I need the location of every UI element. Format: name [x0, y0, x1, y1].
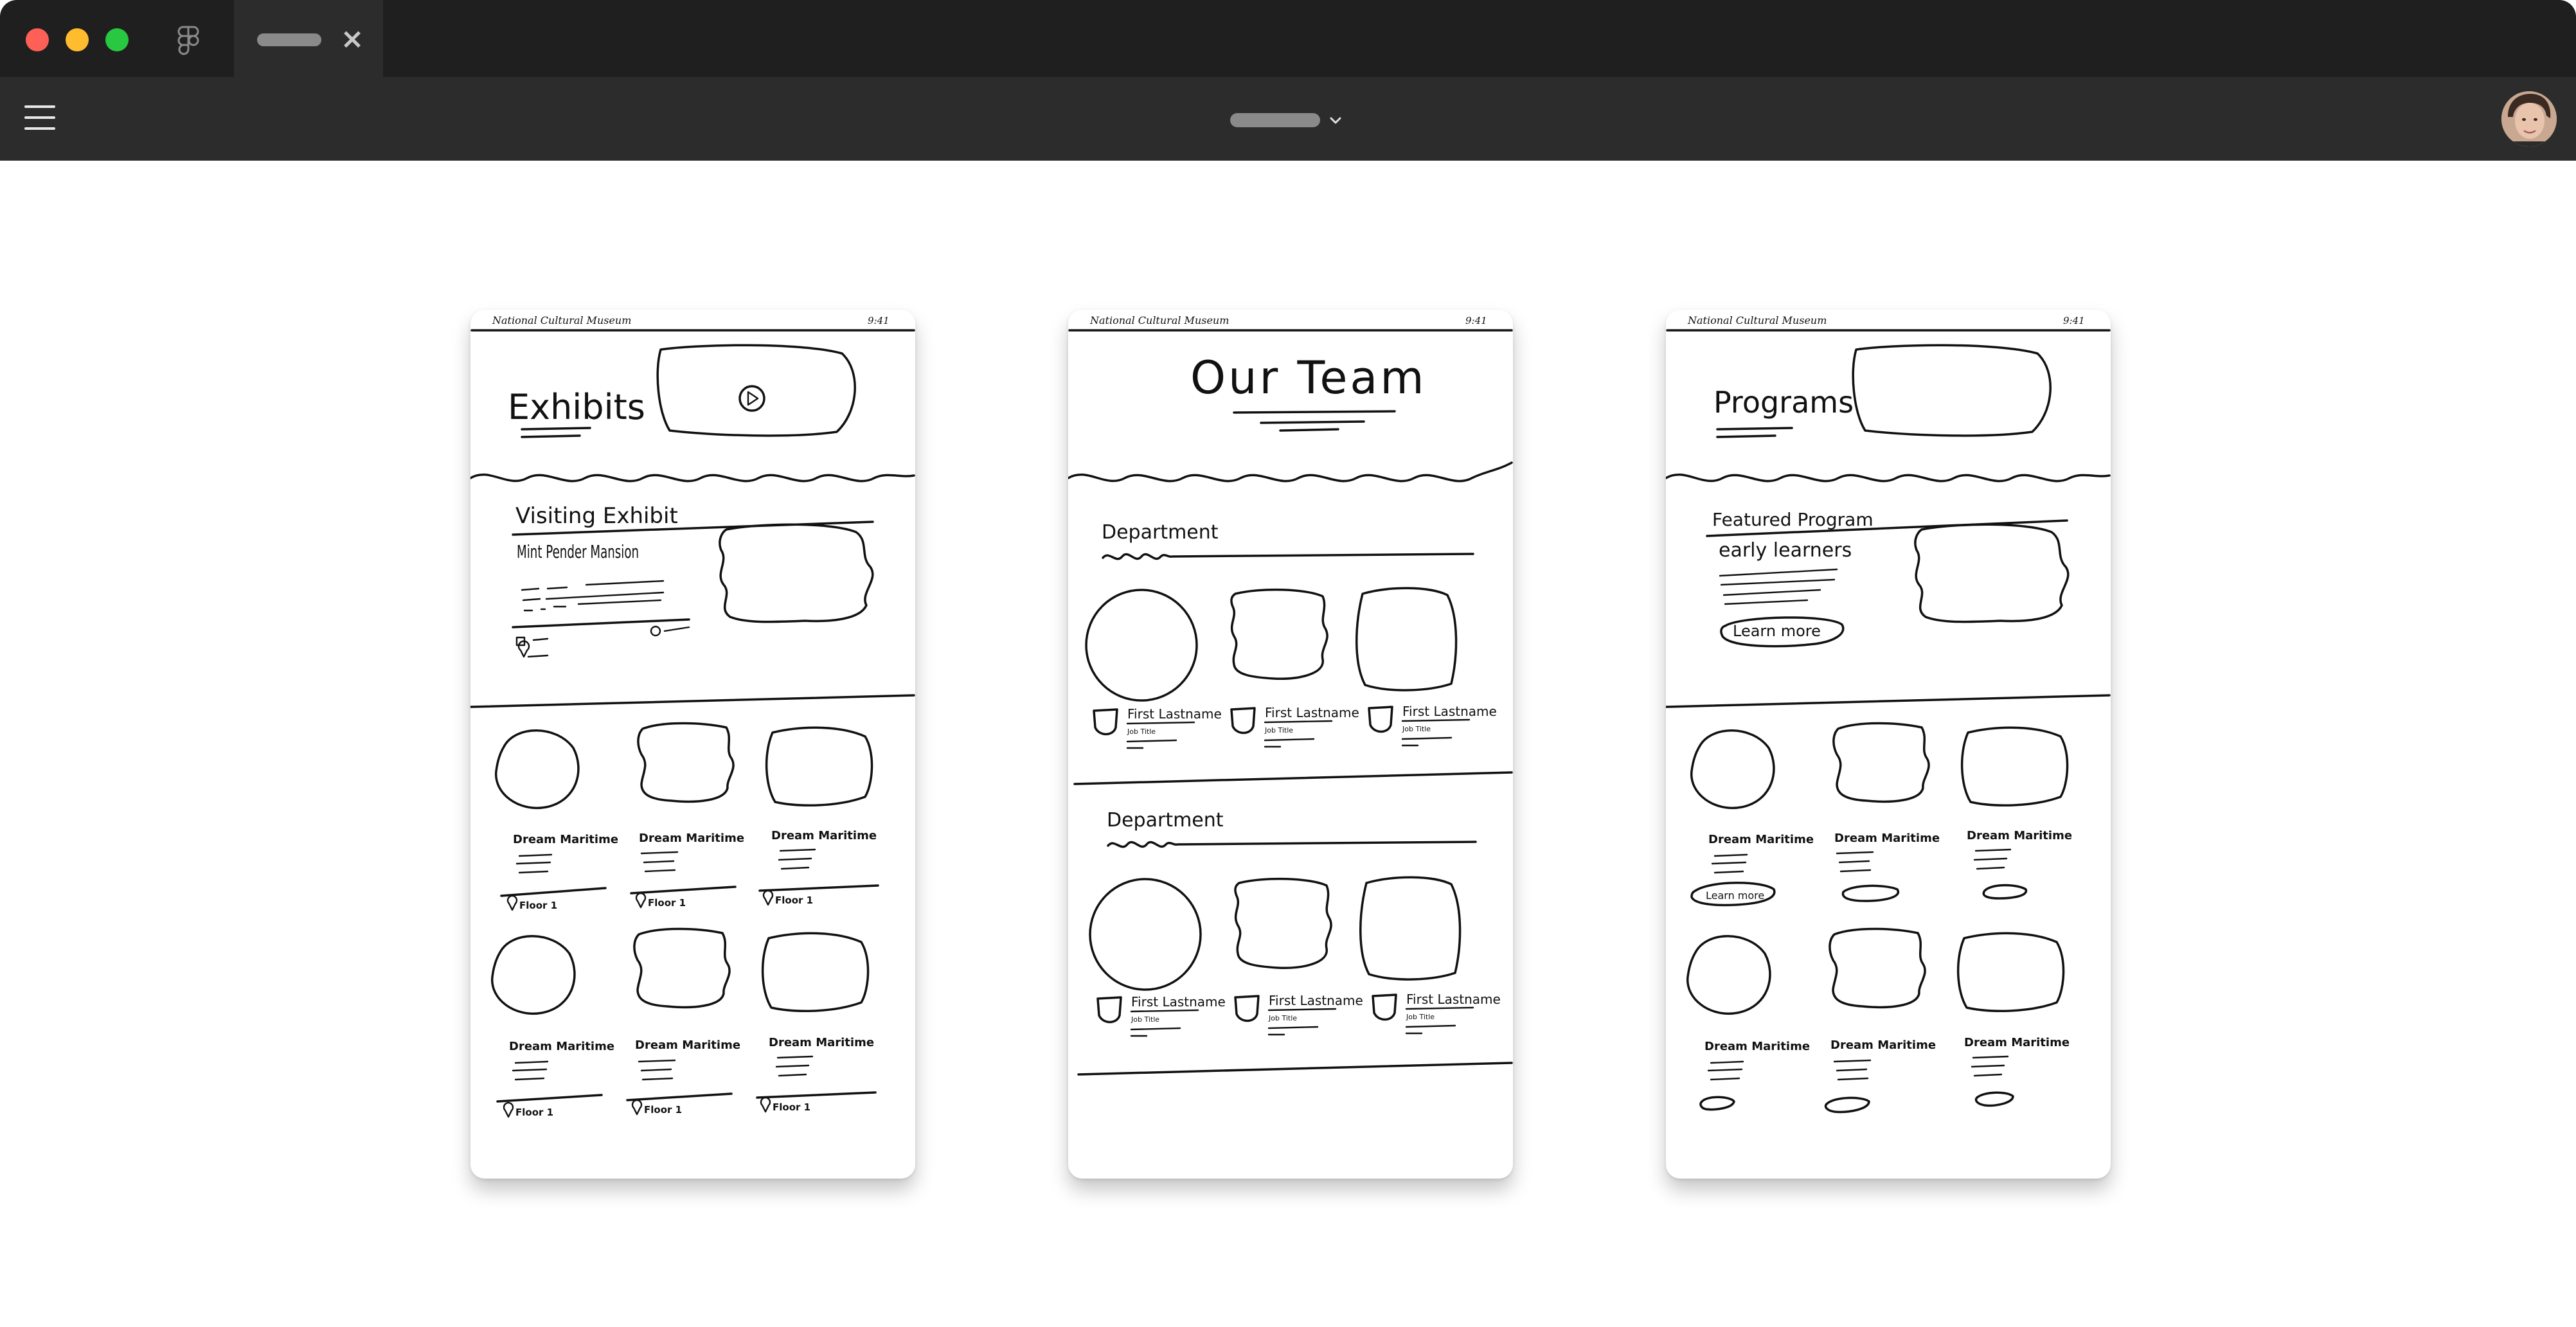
- team-title: Our Team: [1190, 352, 1427, 404]
- card-location: Floor 1: [648, 897, 686, 909]
- program-name: early learners: [1719, 539, 1852, 562]
- status-app-name: National Cultural Museum: [1687, 314, 1827, 326]
- programs-sketch: National Cultural Museum 9:41 Programs F…: [1666, 314, 2111, 1114]
- card-title: Dream Maritime: [639, 832, 744, 845]
- member-job-title: Job Title: [1131, 1015, 1159, 1024]
- frame-programs[interactable]: National Cultural Museum 9:41 Programs F…: [1666, 310, 2111, 1179]
- status-app-name: National Cultural Museum: [492, 314, 631, 326]
- window-titlebar: ×: [0, 0, 2576, 77]
- frame-our-team[interactable]: National Cultural Museum 9:41 Our Team D…: [1068, 310, 1513, 1179]
- team-sketch: National Cultural Museum 9:41 Our Team D…: [1068, 314, 1513, 1076]
- card-title: Dream Maritime: [1830, 1038, 1936, 1052]
- member-job-title: Job Title: [1268, 1014, 1297, 1022]
- exhibits-sketch: National Cultural Museum 9:41 Exhibits V…: [470, 314, 915, 1118]
- file-tab-active[interactable]: ×: [234, 0, 383, 77]
- figma-home-icon[interactable]: [177, 26, 199, 55]
- member-job-title: Job Title: [1264, 726, 1293, 735]
- card-location: Floor 1: [519, 900, 557, 911]
- chevron-down-icon[interactable]: [1328, 113, 1343, 129]
- card-location: Floor 1: [775, 895, 813, 906]
- card-title: Dream Maritime: [769, 1036, 874, 1049]
- member-name: First Lastname: [1269, 993, 1363, 1008]
- user-avatar[interactable]: [2501, 91, 2557, 147]
- card-title: Dream Maritime: [635, 1038, 740, 1052]
- exhibits-title: Exhibits: [508, 387, 645, 427]
- department-heading: Department: [1107, 809, 1224, 832]
- status-time: 9:41: [1465, 315, 1487, 326]
- editor-toolbar: [0, 77, 2576, 161]
- member-job-title: Job Title: [1127, 727, 1156, 736]
- member-name: First Lastname: [1265, 705, 1359, 720]
- file-tab-title-placeholder: [257, 33, 321, 46]
- status-time: 9:41: [868, 315, 890, 326]
- card-title: Dream Maritime: [1964, 1036, 2070, 1049]
- zoom-window-button[interactable]: [105, 28, 129, 51]
- card-title: Dream Maritime: [513, 833, 618, 846]
- card-learn-more-button[interactable]: Learn more: [1706, 889, 1764, 902]
- close-window-button[interactable]: [26, 28, 49, 51]
- member-name: First Lastname: [1402, 704, 1497, 719]
- hamburger-menu-icon[interactable]: [24, 103, 55, 132]
- card-title: Dream Maritime: [1967, 829, 2072, 842]
- card-title: Dream Maritime: [1708, 833, 1814, 846]
- programs-title: Programs: [1713, 385, 1854, 420]
- status-time: 9:41: [2063, 315, 2085, 326]
- visiting-exhibit-heading: Visiting Exhibit: [515, 503, 678, 529]
- frame-exhibits[interactable]: National Cultural Museum 9:41 Exhibits V…: [470, 310, 915, 1179]
- member-job-title: Job Title: [1402, 725, 1431, 733]
- minimize-window-button[interactable]: [66, 28, 89, 51]
- card-location: Floor 1: [644, 1104, 682, 1116]
- close-tab-icon[interactable]: ×: [339, 24, 365, 54]
- featured-program-heading: Featured Program: [1712, 509, 1874, 530]
- member-job-title: Job Title: [1406, 1013, 1435, 1021]
- member-name: First Lastname: [1406, 992, 1501, 1007]
- user-avatar-image: [2501, 91, 2557, 147]
- department-heading: Department: [1102, 521, 1219, 544]
- member-name: First Lastname: [1127, 706, 1222, 722]
- file-name-placeholder[interactable]: [1230, 113, 1320, 127]
- card-title: Dream Maritime: [1834, 832, 1940, 845]
- status-app-name: National Cultural Museum: [1089, 314, 1229, 326]
- exhibit-name: Mint Pender Mansion: [517, 541, 639, 562]
- card-title: Dream Maritime: [1704, 1040, 1810, 1053]
- card-location: Floor 1: [773, 1101, 810, 1113]
- card-title: Dream Maritime: [509, 1040, 614, 1053]
- learn-more-button[interactable]: Learn more: [1733, 622, 1821, 640]
- member-name: First Lastname: [1131, 994, 1226, 1010]
- card-title: Dream Maritime: [771, 829, 877, 842]
- card-location: Floor 1: [515, 1107, 553, 1118]
